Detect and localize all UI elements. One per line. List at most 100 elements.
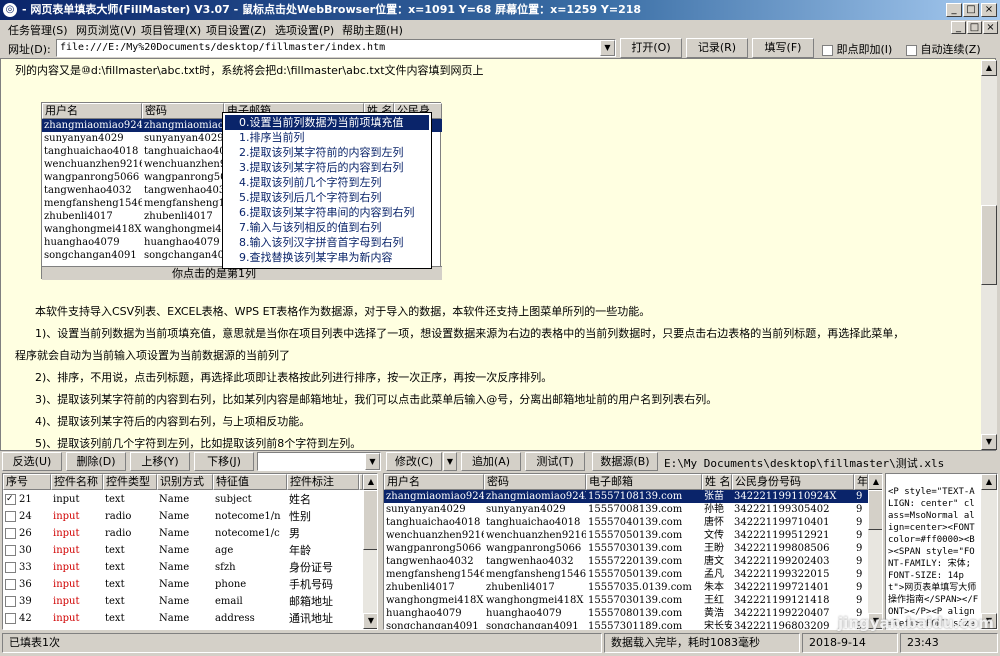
menu-help[interactable]: 帮助主题(H): [342, 22, 403, 38]
right-scroll-up[interactable]: ▲: [868, 474, 882, 490]
filter-combo-arrow[interactable]: ▼: [365, 453, 380, 470]
right-table-row[interactable]: tanghuaichao4018 tanghuaichao4018 15557040…: [384, 516, 868, 529]
datasource-grid[interactable]: 用户名 密码 电子邮箱 姓 名 公民身份号码 年 zhangmiaomiao92…: [383, 473, 883, 630]
right-table-row[interactable]: wangpanrong5066 wangpanrong5066 1555703013…: [384, 542, 868, 555]
left-table-row[interactable]: 24 input radio Name notecome1/n 性别: [3, 508, 363, 525]
source-scrollbar[interactable]: ▲ ▼: [981, 474, 997, 629]
left-scroll-up[interactable]: ▲: [363, 474, 377, 490]
right-cell: 孙艳: [704, 504, 724, 515]
right-header-id[interactable]: 公民身份号码: [732, 474, 854, 490]
right-header-email[interactable]: 电子邮箱: [586, 474, 702, 490]
left-table-row[interactable]: 33 input text Name sfzh 身份证号: [3, 559, 363, 576]
app-icon[interactable]: ◎: [3, 3, 17, 17]
move-up-button[interactable]: 上移(Y): [130, 452, 190, 471]
project-items-grid[interactable]: 序号 控件名称 控件类型 识别方式 特征值 控件标注 ✓ 21 input text N…: [2, 473, 378, 630]
right-table-row[interactable]: mengfansheng1546 mengfansheng1546 15557050…: [384, 568, 868, 581]
row-checkbox[interactable]: [5, 528, 16, 539]
right-header-name[interactable]: 姓 名: [702, 474, 732, 490]
record-button[interactable]: 记录(R): [686, 38, 748, 58]
instant-add-box[interactable]: [822, 44, 833, 56]
address-input[interactable]: file:///E:/My%20Documents/desktop/fillma…: [56, 39, 616, 57]
auto-continue-box[interactable]: [906, 44, 917, 56]
left-header-label[interactable]: 控件标注: [287, 474, 359, 490]
right-cell: 9: [856, 543, 863, 554]
instant-add-checkbox[interactable]: 即点即加(I): [822, 41, 892, 57]
scroll-thumb[interactable]: [981, 205, 997, 285]
open-button[interactable]: 打开(O): [620, 38, 682, 58]
delete-button[interactable]: 删除(D): [66, 452, 126, 471]
filter-combo[interactable]: ▼: [257, 452, 381, 471]
status-time: 23:43: [900, 633, 998, 653]
menu-project-settings[interactable]: 项目设置(Z): [206, 22, 266, 38]
menu-project[interactable]: 项目管理(X): [141, 22, 201, 38]
right-table-row[interactable]: sunyanyan4029 sunyanyan4029 15557008139.co…: [384, 503, 868, 516]
left-scroll-thumb[interactable]: [363, 490, 377, 550]
left-table-row[interactable]: 30 input text Name age 年龄: [3, 542, 363, 559]
menu-options[interactable]: 选项设置(P): [275, 22, 334, 38]
row-checkbox[interactable]: [5, 579, 16, 590]
right-table-row[interactable]: songchangan4091 songchangan4091 1555730118…: [384, 620, 868, 629]
left-cell-name: input: [53, 562, 80, 573]
left-header-id[interactable]: 序号: [3, 474, 51, 490]
scroll-up-button[interactable]: ▲: [981, 60, 997, 76]
right-table-row[interactable]: wanghongmei418X wanghongmei418X 1555703013…: [384, 594, 868, 607]
row-checkbox[interactable]: [5, 562, 16, 573]
move-down-button[interactable]: 下移(J): [194, 452, 254, 471]
menu-browse[interactable]: 网页浏览(V): [76, 22, 136, 38]
right-grid-scrollbar[interactable]: ▲ ▼: [868, 474, 882, 629]
modify-dropdown[interactable]: ▼: [443, 452, 457, 471]
source-text-panel[interactable]: <P style="TEXT-ALIGN: center" class=MsoN…: [885, 473, 998, 630]
address-dropdown[interactable]: ▼: [600, 40, 615, 56]
left-header-type[interactable]: 控件类型: [103, 474, 157, 490]
menu-task[interactable]: 任务管理(S): [8, 22, 68, 38]
row-checkbox[interactable]: [5, 545, 16, 556]
left-table-row[interactable]: 39 input text Name email 邮箱地址: [3, 593, 363, 610]
mdi-close-button[interactable]: ×: [983, 21, 998, 34]
right-table-row[interactable]: tangwenhao4032 tangwenhao4032 15557220139.…: [384, 555, 868, 568]
minimize-button[interactable]: _: [946, 3, 962, 17]
source-scroll-up[interactable]: ▲: [981, 474, 997, 490]
web-browser-view[interactable]: 列的内容又是⑩d:\fillmaster\abc.txt时，系统将会把d:\fi…: [0, 58, 996, 451]
right-scroll-thumb[interactable]: [868, 490, 882, 530]
left-cell-by: Name: [159, 494, 190, 505]
close-button[interactable]: ×: [981, 3, 997, 17]
auto-continue-checkbox[interactable]: 自动连续(Z): [906, 41, 981, 57]
maximize-button[interactable]: □: [963, 3, 979, 17]
browser-scrollbar[interactable]: ▲ ▼: [981, 60, 997, 450]
test-button[interactable]: 测试(T): [525, 452, 585, 471]
mdi-restore-button[interactable]: □: [967, 21, 982, 34]
row-checkbox[interactable]: [5, 596, 16, 607]
embed-cell-pass: mengfansheng15: [144, 198, 224, 209]
row-checkbox[interactable]: ✓: [5, 494, 16, 505]
invert-select-button[interactable]: 反选(U): [2, 452, 62, 471]
left-header-name[interactable]: 控件名称: [51, 474, 103, 490]
right-cell: wangpanrong5066: [486, 543, 582, 554]
row-checkbox[interactable]: [5, 511, 16, 522]
mdi-minimize-button[interactable]: _: [951, 21, 966, 34]
left-header-value[interactable]: 特征值: [213, 474, 287, 490]
append-button[interactable]: 追加(A): [461, 452, 521, 471]
left-cell-label: 男: [289, 527, 300, 540]
fill-button[interactable]: 填写(F): [752, 38, 814, 58]
left-header-by[interactable]: 识别方式: [157, 474, 213, 490]
left-table-row[interactable]: ✓ 21 input text Name subject 姓名: [3, 491, 363, 508]
left-table-row[interactable]: 42 input text Name address 通讯地址: [3, 610, 363, 627]
right-table-row[interactable]: huanghao4079 huanghao4079 15557080139.com 黄…: [384, 607, 868, 620]
modify-button[interactable]: 修改(C): [386, 452, 442, 471]
left-scroll-down[interactable]: ▼: [363, 613, 377, 629]
scroll-down-button[interactable]: ▼: [981, 434, 997, 450]
right-header-pass[interactable]: 密码: [484, 474, 586, 490]
right-table-row[interactable]: wenchuanzhen9216 wenchuanzhen9216 15557050…: [384, 529, 868, 542]
right-table-row[interactable]: zhangmiaomiao924X zhangmiaomiao924X 155571…: [384, 490, 868, 503]
left-table-row[interactable]: 36 input text Name phone 手机号码: [3, 576, 363, 593]
right-cell: zhangmiaomiao924X: [486, 491, 586, 502]
left-grid-scrollbar[interactable]: ▲ ▼: [363, 474, 377, 629]
datasource-button[interactable]: 数据源(B): [592, 452, 658, 471]
row-checkbox[interactable]: [5, 613, 16, 624]
left-cell-label: 通讯地址: [289, 612, 333, 625]
right-header-age[interactable]: 年: [854, 474, 868, 490]
right-table-row[interactable]: zhubenli4017 zhubenli4017 15557035.0139.co…: [384, 581, 868, 594]
right-header-user[interactable]: 用户名: [384, 474, 484, 490]
right-cell: 唐文: [704, 556, 724, 567]
left-table-row[interactable]: 26 input radio Name notecome1/c 男: [3, 525, 363, 542]
